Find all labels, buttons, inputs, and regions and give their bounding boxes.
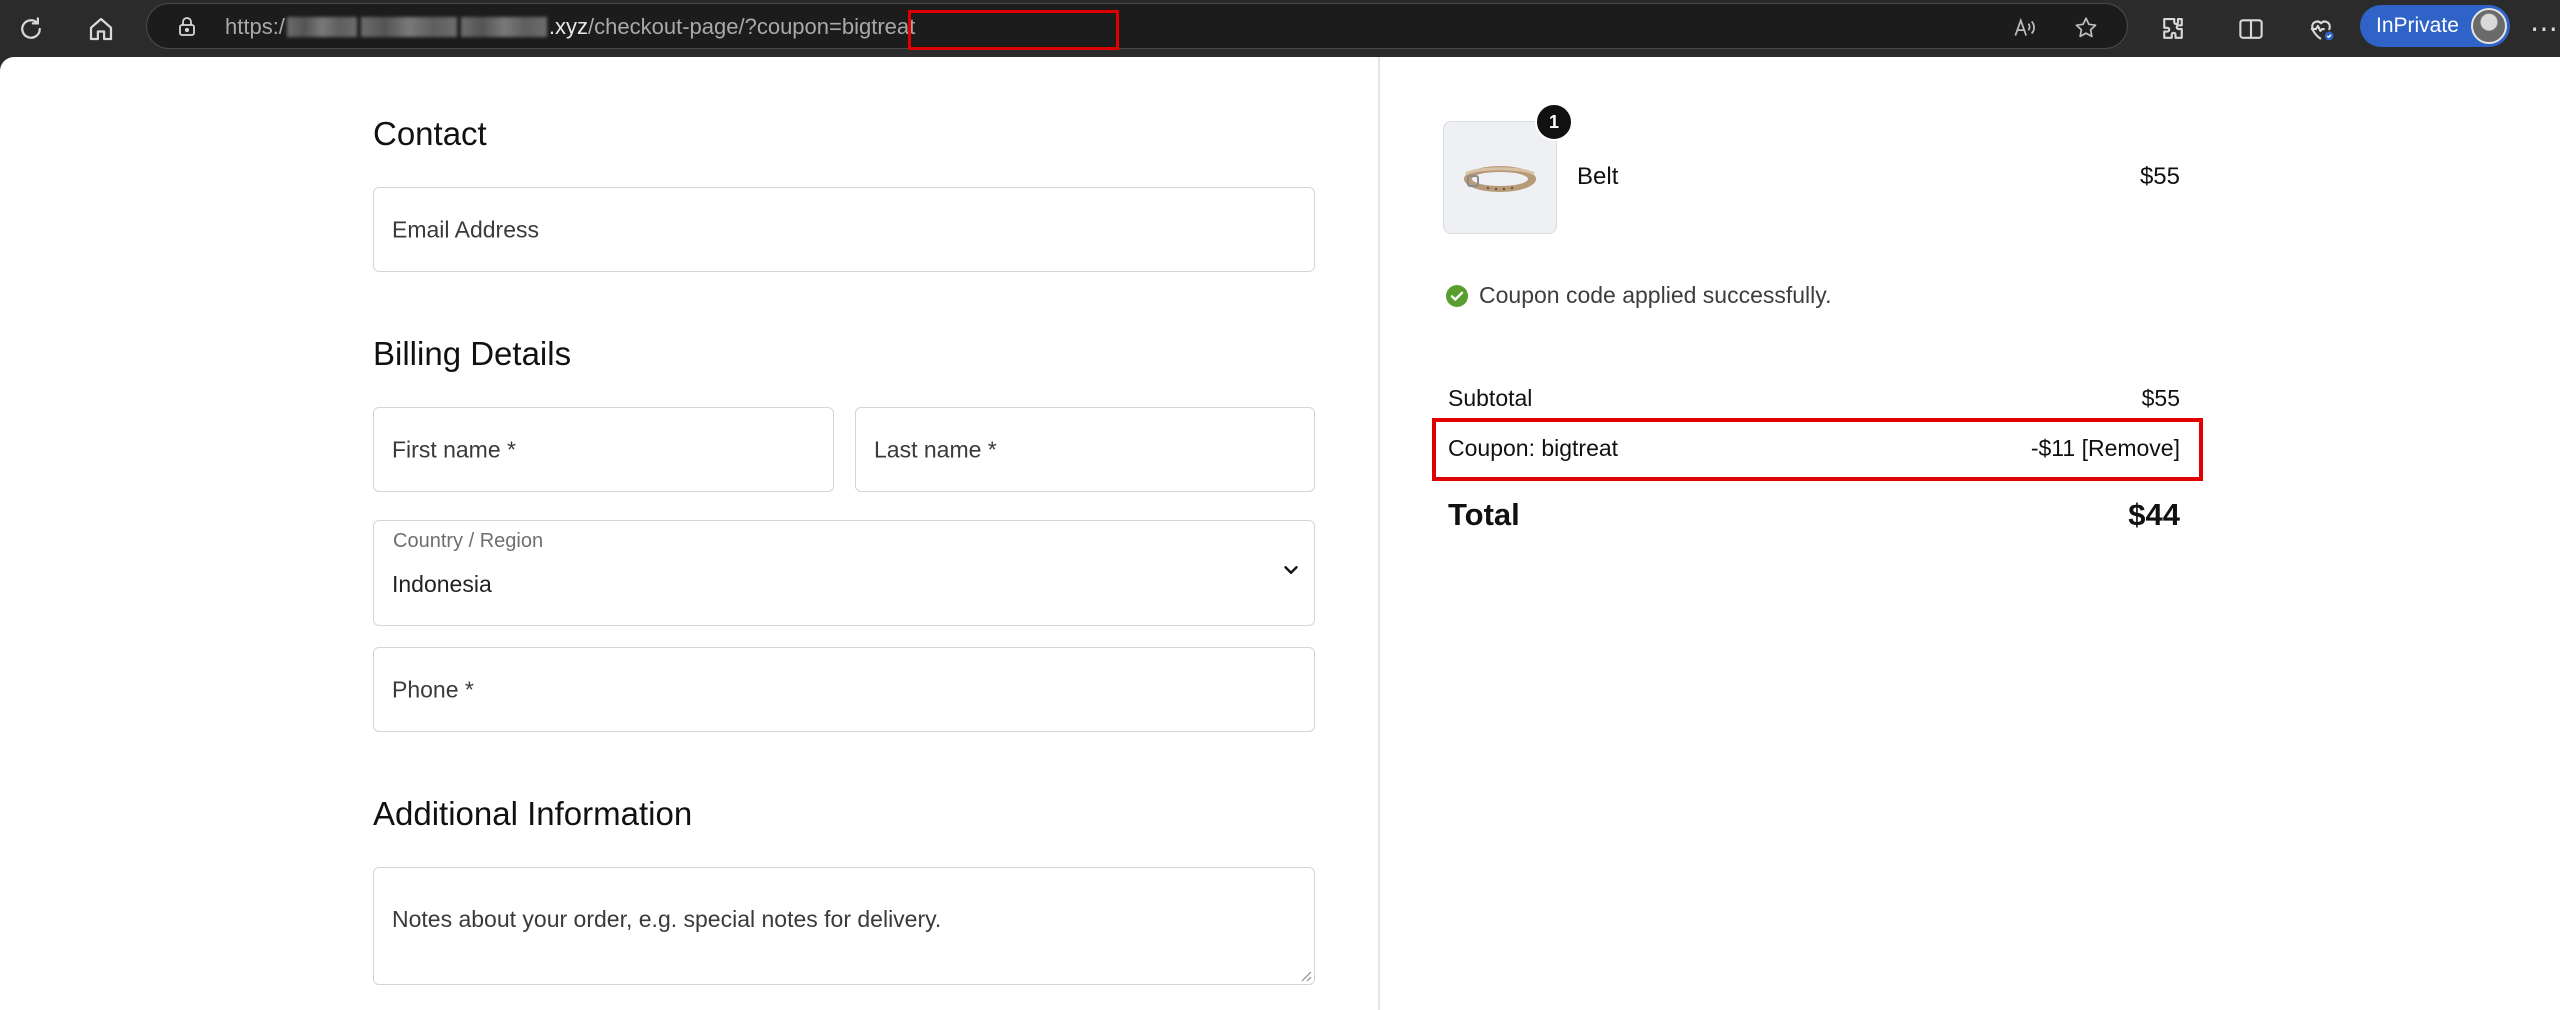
first-name-placeholder: First name * [392, 436, 516, 462]
country-label: Country / Region [393, 530, 544, 552]
redacted-domain [360, 17, 457, 37]
column-divider [1378, 57, 1380, 1010]
browser-toolbar: https:/ .xyz /checkout-page /?coupon=big… [0, 0, 2560, 57]
url-query: /?coupon=bigtreat [738, 14, 916, 39]
redacted-domain [286, 17, 357, 37]
phone-field[interactable]: Phone * [373, 647, 1315, 732]
total-value: $44 [2128, 497, 2180, 532]
url-query-highlight-box [908, 10, 1119, 50]
email-field[interactable]: Email Address [373, 187, 1315, 272]
url-domain-suffix: .xyz [548, 14, 589, 39]
last-name-field[interactable]: Last name * [855, 407, 1315, 492]
inprivate-button[interactable]: InPrivate [2360, 5, 2510, 47]
split-screen-icon[interactable] [2232, 10, 2270, 48]
more-icon[interactable]: ⋯ [2530, 12, 2559, 45]
refresh-icon[interactable] [12, 10, 50, 48]
total-label: Total [1448, 497, 1520, 532]
chevron-down-icon [1284, 566, 1298, 574]
coupon-success-message: Coupon code applied successfully. [1445, 282, 1831, 309]
page-corner [0, 57, 14, 71]
heart-pulse-icon[interactable] [2302, 10, 2340, 48]
belt-icon [1464, 165, 1536, 192]
coupon-message-text: Coupon code applied successfully. [1479, 282, 1832, 308]
read-aloud-icon[interactable] [2011, 15, 2037, 41]
coupon-discount-row: -$11 [Remove] [2031, 435, 2180, 462]
url-text: https:/ .xyz /checkout-page /?coupon=big… [225, 14, 915, 40]
coupon-label: Coupon: bigtreat [1448, 435, 1619, 461]
check-circle-icon [1446, 284, 1468, 307]
url-path: /checkout-page [588, 14, 739, 39]
product-image [1443, 121, 1557, 234]
star-icon[interactable] [2073, 15, 2099, 41]
phone-placeholder: Phone * [392, 676, 474, 702]
subtotal-label: Subtotal [1448, 385, 1533, 411]
address-bar[interactable]: https:/ .xyz /checkout-page /?coupon=big… [146, 3, 2128, 50]
remove-coupon-link[interactable]: [Remove] [2082, 435, 2180, 461]
billing-title: Billing Details [373, 335, 572, 372]
lock-icon[interactable] [175, 15, 199, 39]
first-name-field[interactable]: First name * [373, 407, 834, 492]
quantity-badge: 1 [1535, 103, 1573, 141]
product-price: $55 [2139, 163, 2180, 190]
order-notes-placeholder: Notes about your order, e.g. special not… [392, 906, 942, 932]
email-placeholder: Email Address [392, 216, 540, 242]
home-icon[interactable] [82, 10, 120, 48]
order-notes-textarea[interactable]: Notes about your order, e.g. special not… [373, 867, 1315, 985]
redacted-domain [460, 17, 547, 37]
country-select[interactable]: Country / Region Indonesia [373, 520, 1315, 626]
contact-title: Contact [373, 115, 487, 152]
inprivate-label: InPrivate [2376, 14, 2459, 37]
coupon-discount: -$11 [2030, 435, 2076, 461]
subtotal-value: $55 [2141, 385, 2180, 411]
country-value: Indonesia [392, 571, 492, 597]
product-name: Belt [1577, 163, 1619, 190]
additional-info-title: Additional Information [373, 795, 693, 832]
avatar [2471, 8, 2507, 44]
resize-grip-icon[interactable] [1298, 968, 1312, 982]
last-name-placeholder: Last name * [874, 436, 997, 462]
puzzle-icon[interactable] [2154, 10, 2192, 48]
url-prefix: https:/ [225, 14, 285, 39]
